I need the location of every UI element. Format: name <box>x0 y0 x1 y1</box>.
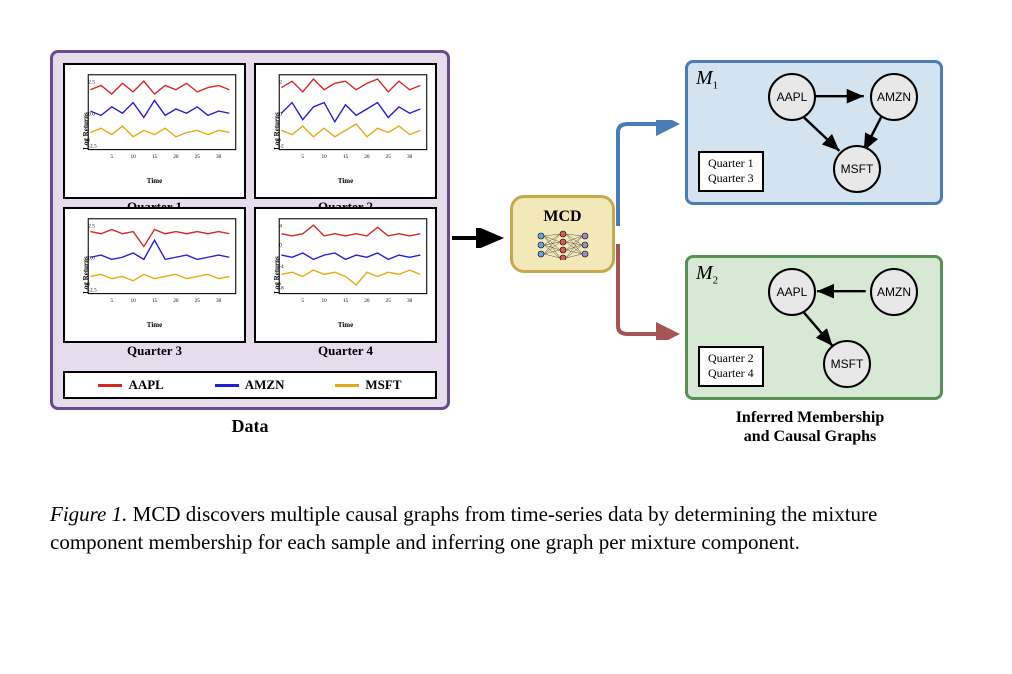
inferred-label-line1: Inferred Membership <box>736 409 885 426</box>
svg-text:10: 10 <box>130 298 136 304</box>
legend-swatch <box>98 384 122 387</box>
svg-text:20: 20 <box>173 298 179 304</box>
legend-item-msft: MSFT <box>335 377 401 393</box>
arrow-mcd-to-m2 <box>614 240 684 340</box>
svg-text:10: 10 <box>321 154 327 160</box>
neural-net-icon <box>533 230 593 260</box>
mcd-box: MCD <box>510 195 615 273</box>
svg-text:2.5: 2.5 <box>88 223 95 229</box>
graph-node-aapl: AAPL <box>768 268 816 316</box>
svg-text:15: 15 <box>152 298 158 304</box>
svg-text:2: 2 <box>279 79 282 85</box>
svg-text:15: 15 <box>152 154 158 160</box>
svg-text:30: 30 <box>407 298 413 304</box>
quarters-box-m2: Quarter 2 Quarter 4 <box>698 346 764 387</box>
plot-xlabel: Time <box>338 321 353 329</box>
svg-text:2.5: 2.5 <box>88 79 95 85</box>
data-legend: AAPL AMZN MSFT <box>63 371 437 399</box>
caption-label: Figure 1. <box>50 502 127 526</box>
svg-text:5: 5 <box>301 154 304 160</box>
quarters-box-m1: Quarter 1 Quarter 3 <box>698 151 764 192</box>
quarter-line: Quarter 2 <box>708 351 754 367</box>
svg-text:5: 5 <box>110 298 113 304</box>
caption-text: MCD discovers multiple causal graphs fro… <box>50 502 877 554</box>
graph-node-msft: MSFT <box>823 340 871 388</box>
plot-xlabel: Time <box>147 177 162 185</box>
legend-label: AAPL <box>128 377 163 393</box>
svg-text:25: 25 <box>386 298 392 304</box>
svg-text:25: 25 <box>195 298 201 304</box>
model-m1-box: M1 AAPL AMZN MSFT Quarter 1 Quarter 3 <box>685 60 943 205</box>
plot-q4: 40-4-8 51015202530 Log Returns Time Quar… <box>254 207 437 343</box>
legend-label: MSFT <box>365 377 401 393</box>
svg-text:20: 20 <box>173 154 179 160</box>
svg-text:10: 10 <box>321 298 327 304</box>
svg-text:30: 30 <box>216 154 222 160</box>
data-panel: 2.50.0-2.5 51015202530 Log Returns Time … <box>50 50 450 410</box>
plot-q1: 2.50.0-2.5 51015202530 Log Returns Time … <box>63 63 246 199</box>
arrow-mcd-to-m1 <box>614 120 684 230</box>
plot-title: Quarter 4 <box>256 343 435 359</box>
mcd-title: MCD <box>543 208 581 226</box>
plot-title: Quarter 3 <box>65 343 244 359</box>
graph-node-aapl: AAPL <box>768 73 816 121</box>
plots-grid: 2.50.0-2.5 51015202530 Log Returns Time … <box>63 63 437 343</box>
plot-q3: 2.50.0-2.5 51015202530 Log Returns Time … <box>63 207 246 343</box>
data-label: Data <box>53 416 447 437</box>
svg-text:25: 25 <box>386 154 392 160</box>
quarter-line: Quarter 1 <box>708 156 754 172</box>
model-m2-box: M2 AAPL AMZN MSFT Quarter 2 Quarter 4 <box>685 255 943 400</box>
inferred-label: Inferred Membership and Causal Graphs <box>650 408 970 446</box>
inferred-label-line2: and Causal Graphs <box>744 428 877 445</box>
plot-q2: 20-2 51015202530 Log Returns Time Quarte… <box>254 63 437 199</box>
plot-canvas-q4: 40-4-8 51015202530 <box>260 213 431 312</box>
graph-node-amzn: AMZN <box>870 268 918 316</box>
plot-canvas-q2: 20-2 51015202530 <box>260 69 431 168</box>
figure-container: 2.50.0-2.5 51015202530 Log Returns Time … <box>50 40 962 470</box>
arrow-data-to-mcd <box>452 228 510 248</box>
graph-node-amzn: AMZN <box>870 73 918 121</box>
plot-xlabel: Time <box>147 321 162 329</box>
legend-swatch <box>215 384 239 387</box>
svg-text:15: 15 <box>343 298 349 304</box>
svg-text:20: 20 <box>364 298 370 304</box>
legend-item-aapl: AAPL <box>98 377 163 393</box>
svg-text:25: 25 <box>195 154 201 160</box>
plot-ylabel: Log Returns <box>273 256 281 294</box>
svg-text:15: 15 <box>343 154 349 160</box>
svg-text:0: 0 <box>279 243 282 249</box>
svg-text:20: 20 <box>364 154 370 160</box>
graph-node-msft: MSFT <box>833 145 881 193</box>
legend-item-amzn: AMZN <box>215 377 285 393</box>
quarter-line: Quarter 4 <box>708 366 754 382</box>
legend-label: AMZN <box>245 377 285 393</box>
svg-text:10: 10 <box>130 154 136 160</box>
plot-canvas-q1: 2.50.0-2.5 51015202530 <box>69 69 240 168</box>
plot-ylabel: Log Returns <box>82 256 90 294</box>
svg-text:30: 30 <box>407 154 413 160</box>
figure-caption: Figure 1. MCD discovers multiple causal … <box>50 500 962 557</box>
plot-canvas-q3: 2.50.0-2.5 51015202530 <box>69 213 240 312</box>
svg-text:30: 30 <box>216 298 222 304</box>
legend-swatch <box>335 384 359 387</box>
svg-text:4: 4 <box>279 223 282 229</box>
plot-ylabel: Log Returns <box>273 112 281 150</box>
quarter-line: Quarter 3 <box>708 171 754 187</box>
plot-xlabel: Time <box>338 177 353 185</box>
svg-text:5: 5 <box>110 154 113 160</box>
svg-text:5: 5 <box>301 298 304 304</box>
plot-ylabel: Log Returns <box>82 112 90 150</box>
